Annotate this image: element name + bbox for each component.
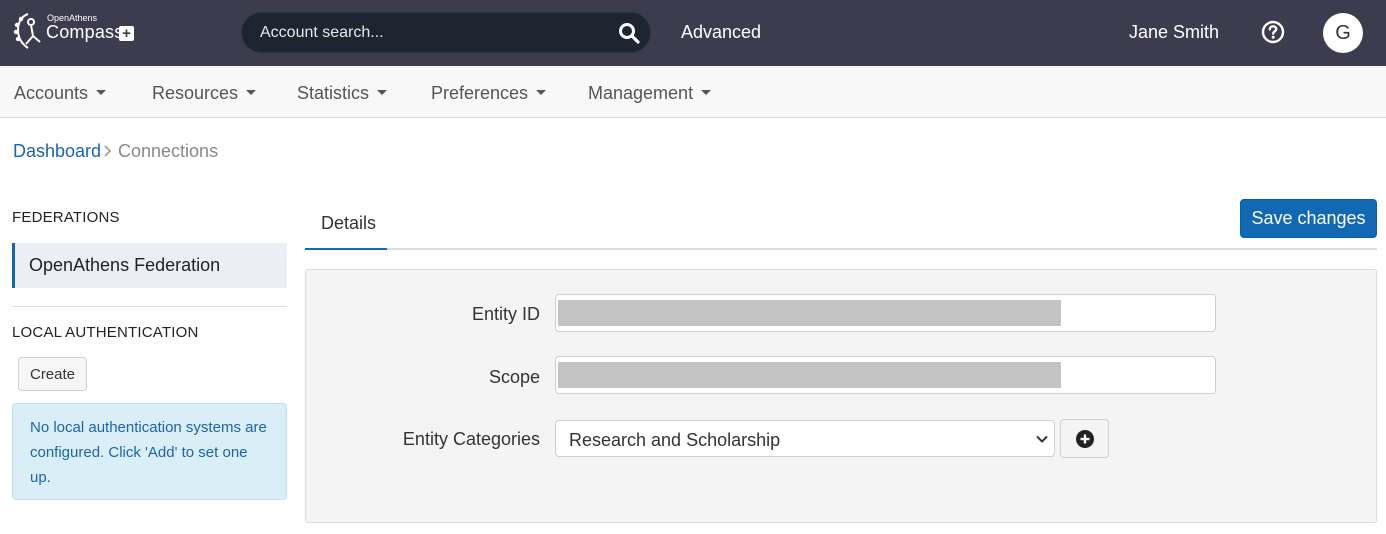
avatar[interactable]: G (1323, 13, 1363, 53)
user-name-menu[interactable]: Jane Smith (1129, 22, 1219, 43)
tabs-underline (305, 248, 1377, 250)
logo-plus-icon: + (119, 26, 134, 41)
help-icon[interactable] (1261, 20, 1285, 44)
sidebar-item-label: OpenAthens Federation (29, 255, 221, 275)
save-changes-button[interactable]: Save changes (1240, 199, 1377, 238)
menu-management-label: Management (588, 83, 694, 103)
caret-down-icon (536, 89, 547, 95)
menu-resources-label: Resources (152, 83, 239, 103)
menu-statistics-label: Statistics (297, 83, 370, 103)
search-placeholder: Account search... (260, 24, 384, 41)
redacted-value (558, 300, 1061, 326)
add-category-button[interactable] (1060, 419, 1109, 458)
entity-categories-select[interactable]: Research and Scholarship (555, 420, 1055, 457)
main-menu-bar: Accounts Resources Statistics Preference… (0, 66, 1386, 118)
entity-id-label: Entity ID (471, 304, 540, 324)
entity-categories-label: Entity Categories (402, 429, 540, 449)
advanced-search-link[interactable]: Advanced (681, 22, 761, 43)
tab-details-label: Details (321, 213, 377, 233)
caret-down-icon (246, 89, 257, 95)
local-authentication-heading: LOCAL AUTHENTICATION (12, 324, 199, 341)
chevron-right-icon (104, 145, 112, 157)
search-icon[interactable] (618, 22, 640, 44)
menu-resources[interactable]: Resources (152, 83, 257, 104)
menu-management[interactable]: Management (588, 83, 712, 104)
tab-details[interactable]: Details (305, 202, 387, 250)
entity-categories-selected-value: Research and Scholarship (569, 430, 781, 450)
menu-preferences-label: Preferences (431, 83, 529, 103)
sidebar-divider (12, 306, 287, 307)
menu-accounts[interactable]: Accounts (14, 83, 107, 104)
redacted-value (558, 362, 1061, 388)
menu-statistics[interactable]: Statistics (297, 83, 388, 104)
plus-circle-icon (1076, 430, 1094, 448)
account-search-input[interactable]: Account search... (241, 12, 651, 53)
scope-label: Scope (488, 367, 540, 387)
menu-preferences[interactable]: Preferences (431, 83, 547, 104)
federations-heading: FEDERATIONS (12, 209, 120, 226)
laurel-figure-icon (13, 13, 41, 49)
no-local-auth-info-box: No local authentication systems are conf… (12, 403, 287, 500)
caret-down-icon (377, 89, 388, 95)
logo-product-text: Compass (46, 22, 124, 42)
sidebar-item-openathens-federation[interactable]: OpenAthens Federation (12, 243, 287, 288)
breadcrumb-current: Connections (118, 141, 219, 161)
caret-down-icon (701, 89, 712, 95)
scope-field[interactable] (555, 356, 1216, 394)
menu-accounts-label: Accounts (14, 83, 89, 103)
chevron-down-icon (1036, 435, 1048, 443)
create-button[interactable]: Create (18, 357, 87, 391)
caret-down-icon (96, 89, 107, 95)
openathens-compass-logo[interactable]: OpenAthens Compass + (12, 10, 137, 56)
entity-id-field[interactable] (555, 294, 1216, 332)
breadcrumb-dashboard-link[interactable]: Dashboard (13, 141, 101, 162)
top-bar: OpenAthens Compass + Account search... A… (0, 0, 1386, 66)
